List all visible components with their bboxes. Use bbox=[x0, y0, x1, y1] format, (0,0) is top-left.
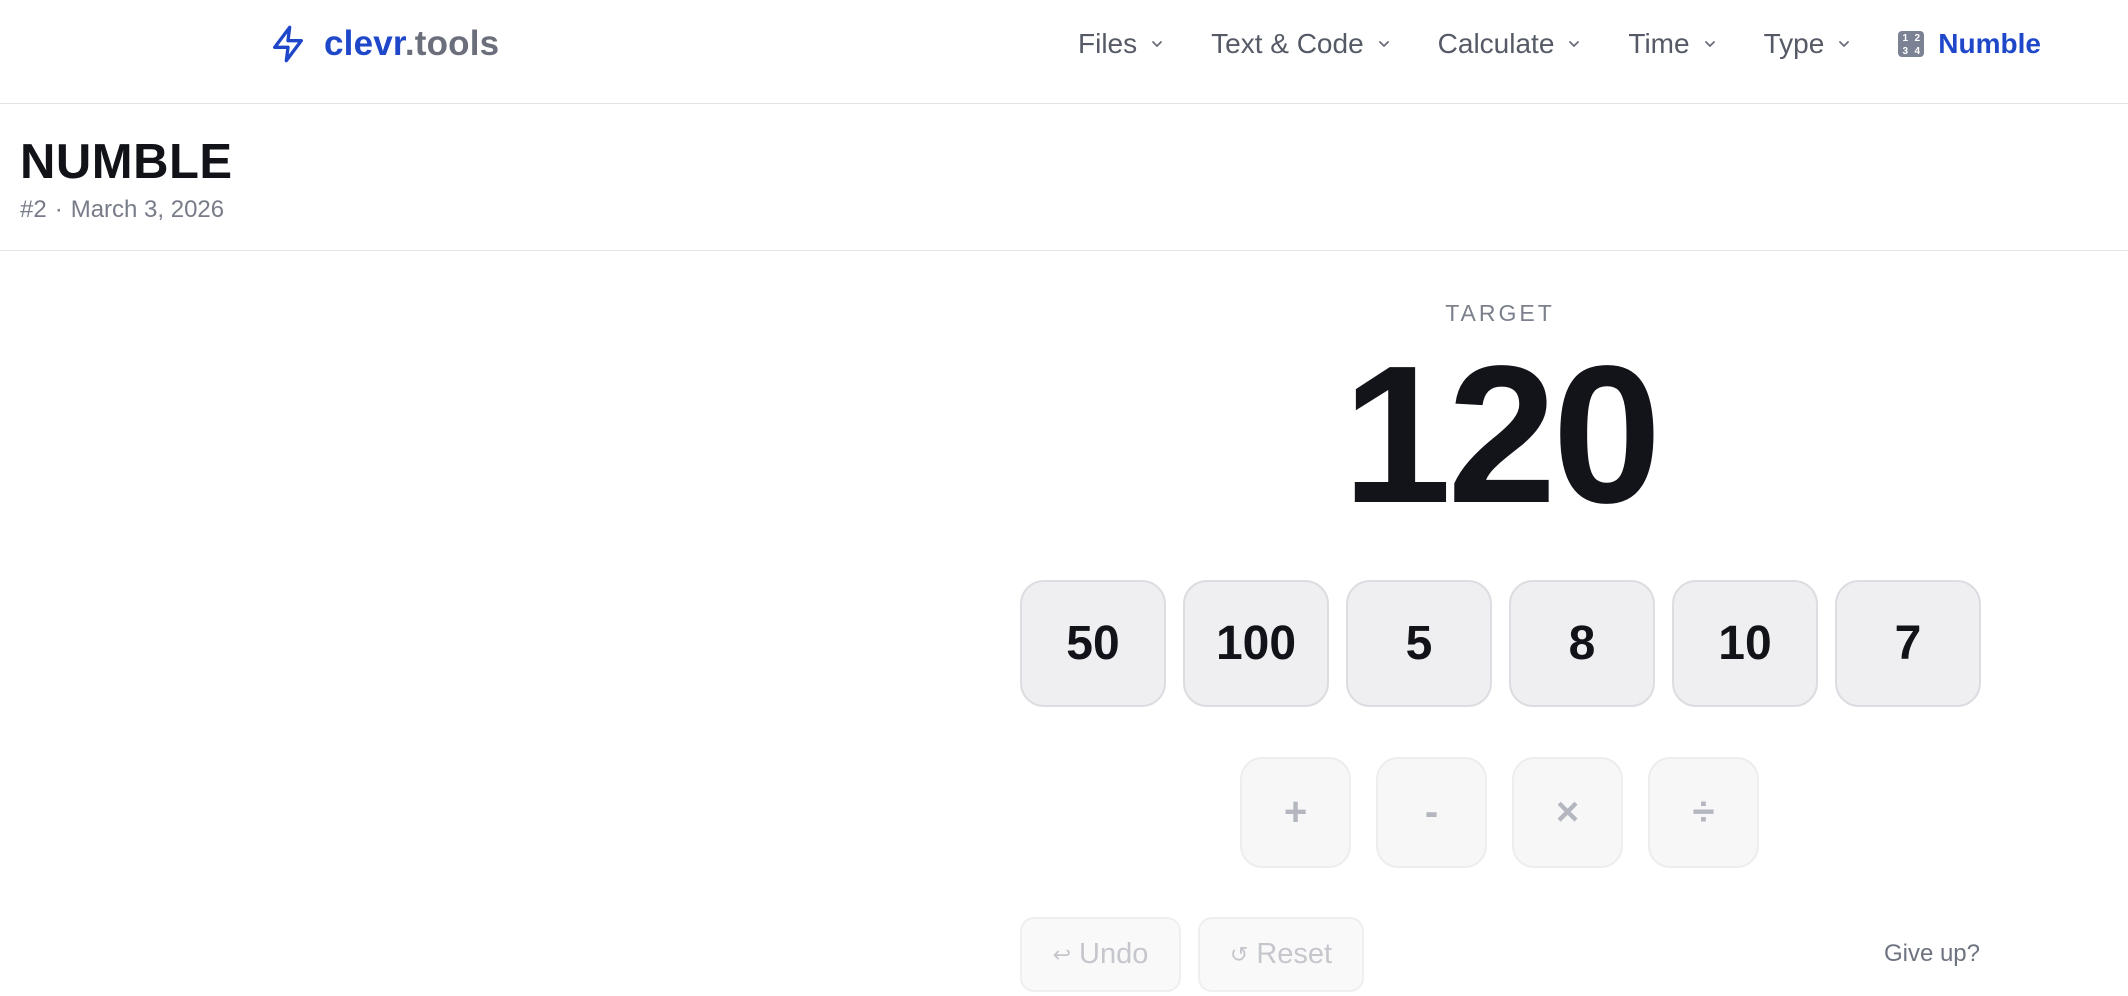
multiply-operator-button[interactable]: × bbox=[1512, 757, 1623, 868]
nav-text-code-menu[interactable]: Text & Code bbox=[1211, 28, 1392, 60]
number-tile[interactable]: 10 bbox=[1672, 580, 1818, 707]
nav-label: Numble bbox=[1938, 28, 2041, 59]
chevron-down-icon bbox=[1152, 41, 1163, 47]
subtract-operator-button[interactable]: - bbox=[1376, 757, 1487, 868]
number-tile[interactable]: 7 bbox=[1835, 580, 1981, 707]
chevron-down-icon bbox=[1378, 41, 1389, 47]
nav-numble-link[interactable]: 1234 Numble bbox=[1898, 28, 2041, 60]
puzzle-date: March 3, 2026 bbox=[70, 196, 225, 223]
number-tiles: 50 100 5 8 10 7 bbox=[1020, 580, 1981, 707]
game-actions: ↩ Undo ↺ Reset bbox=[1020, 917, 1364, 992]
number-tile[interactable]: 8 bbox=[1509, 580, 1655, 707]
number-tile[interactable]: 50 bbox=[1020, 580, 1166, 707]
reset-label: Reset bbox=[1256, 938, 1333, 970]
page-title: NUMBLE bbox=[20, 135, 233, 189]
give-up-link[interactable]: Give up? bbox=[1860, 940, 1980, 968]
number-tile[interactable]: 100 bbox=[1183, 580, 1329, 707]
puzzle-subtitle: #2 · March 3, 2026 bbox=[20, 196, 224, 224]
logo-brand: clevr bbox=[324, 24, 405, 63]
reset-icon: ↺ bbox=[1229, 941, 1249, 967]
chevron-down-icon bbox=[1704, 41, 1715, 47]
page-header: NUMBLE #2 · March 3, 2026 bbox=[0, 104, 2128, 251]
number-tile[interactable]: 5 bbox=[1346, 580, 1492, 707]
nav-label: Time bbox=[1628, 28, 1690, 59]
reset-button[interactable]: ↺ Reset bbox=[1198, 917, 1364, 992]
chevron-down-icon bbox=[1839, 41, 1850, 47]
nav-files-menu[interactable]: Files bbox=[1078, 28, 1165, 60]
undo-button[interactable]: ↩ Undo bbox=[1020, 917, 1181, 992]
target-label: TARGET bbox=[1445, 300, 1555, 326]
separator: · bbox=[54, 196, 63, 223]
logo-tld: .tools bbox=[404, 24, 500, 63]
undo-icon: ↩ bbox=[1052, 941, 1072, 967]
lightning-bolt-icon bbox=[273, 25, 303, 63]
divide-operator-button[interactable]: ÷ bbox=[1648, 757, 1759, 868]
nav-label: Type bbox=[1763, 28, 1825, 59]
main-nav: Files Text & Code Calculate Time Type 12… bbox=[1078, 22, 2041, 66]
nav-calculate-menu[interactable]: Calculate bbox=[1438, 28, 1583, 60]
logo-text: clevr.tools bbox=[324, 24, 499, 64]
undo-label: Undo bbox=[1079, 938, 1149, 970]
input-numbers-icon: 1234 bbox=[1898, 31, 1925, 57]
site-logo[interactable]: clevr.tools bbox=[268, 20, 499, 68]
top-navigation-bar: clevr.tools Files Text & Code Calculate … bbox=[0, 0, 2128, 104]
puzzle-number: #2 bbox=[20, 196, 47, 223]
target-value: 120 bbox=[1342, 325, 1661, 544]
add-operator-button[interactable]: + bbox=[1240, 757, 1351, 868]
nav-label: Calculate bbox=[1437, 28, 1555, 59]
chevron-down-icon bbox=[1569, 41, 1580, 47]
nav-label: Text & Code bbox=[1211, 28, 1364, 59]
nav-label: Files bbox=[1078, 28, 1138, 59]
nav-type-menu[interactable]: Type bbox=[1764, 28, 1853, 60]
nav-time-menu[interactable]: Time bbox=[1628, 28, 1717, 60]
operator-buttons: + - × ÷ bbox=[1240, 757, 1759, 868]
